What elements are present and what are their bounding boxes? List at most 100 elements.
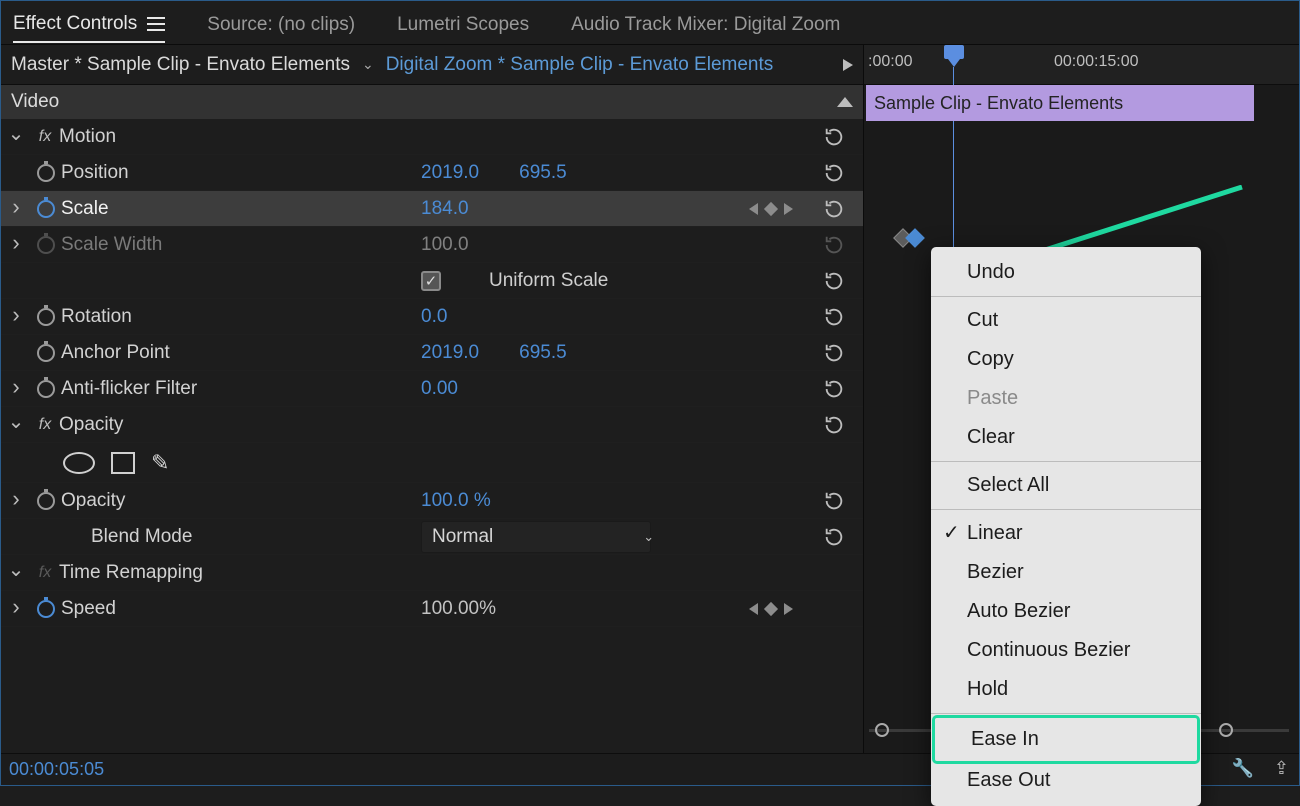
property-rotation[interactable]: Rotation 0.0 xyxy=(1,299,863,335)
menu-ease-out[interactable]: Ease Out xyxy=(931,761,1201,800)
twisty-icon[interactable] xyxy=(1,304,31,330)
next-keyframe-icon[interactable] xyxy=(784,203,793,215)
play-icon[interactable] xyxy=(843,59,853,71)
next-keyframe-icon[interactable] xyxy=(784,603,793,615)
scale-keyframes[interactable] xyxy=(896,231,922,245)
reset-button[interactable] xyxy=(823,526,845,548)
effect-opacity[interactable]: fx Opacity xyxy=(1,407,863,443)
reset-button[interactable] xyxy=(823,306,845,328)
menu-clear[interactable]: Clear xyxy=(931,418,1201,457)
property-speed[interactable]: Speed 100.00% xyxy=(1,591,863,627)
scale-width-value: 100.0 xyxy=(421,234,469,256)
menu-bezier[interactable]: Bezier xyxy=(931,553,1201,592)
fx-badge-icon[interactable]: fx xyxy=(31,128,59,146)
position-y-value[interactable]: 695.5 xyxy=(519,162,567,184)
fx-badge-icon[interactable]: fx xyxy=(31,564,59,582)
export-icon[interactable]: ⇪ xyxy=(1274,758,1289,779)
timecode-display[interactable]: 00:00:05:05 xyxy=(9,759,104,780)
fx-badge-icon[interactable]: fx xyxy=(31,416,59,434)
rect-mask-icon[interactable] xyxy=(111,452,135,474)
menu-undo[interactable]: Undo xyxy=(931,253,1201,292)
prev-keyframe-icon[interactable] xyxy=(749,203,758,215)
menu-linear[interactable]: Linear xyxy=(931,514,1201,553)
menu-hold[interactable]: Hold xyxy=(931,670,1201,709)
panel-tabs: Effect Controls Source: (no clips) Lumet… xyxy=(1,1,1299,45)
effect-motion[interactable]: fx Motion xyxy=(1,119,863,155)
property-scale[interactable]: Scale 184.0 xyxy=(1,191,863,227)
stopwatch-icon[interactable] xyxy=(31,344,61,362)
stopwatch-icon[interactable] xyxy=(31,492,61,510)
antiflicker-value[interactable]: 0.00 xyxy=(421,378,458,400)
property-anchor-point[interactable]: Anchor Point 2019.0 695.5 xyxy=(1,335,863,371)
tab-source[interactable]: Source: (no clips) xyxy=(207,4,355,42)
property-uniform-scale[interactable]: Uniform Scale xyxy=(1,263,863,299)
uniform-scale-checkbox[interactable] xyxy=(421,271,441,291)
pen-mask-icon[interactable]: ✎ xyxy=(151,450,169,476)
twisty-icon[interactable] xyxy=(1,124,31,149)
effect-time-remapping[interactable]: fx Time Remapping xyxy=(1,555,863,591)
menu-auto-bezier[interactable]: Auto Bezier xyxy=(931,592,1201,631)
context-menu: Undo Cut Copy Paste Clear Select All Lin… xyxy=(931,247,1201,806)
reset-button[interactable] xyxy=(823,198,845,220)
mask-tools: ✎ xyxy=(1,443,863,483)
add-keyframe-icon[interactable] xyxy=(764,601,778,615)
sequence-clip-label[interactable]: Digital Zoom * Sample Clip - Envato Elem… xyxy=(386,54,774,76)
tab-label: Effect Controls xyxy=(13,13,137,35)
effect-label: Motion xyxy=(59,126,116,148)
menu-icon[interactable] xyxy=(147,17,165,31)
keyframe-diamond-selected-icon[interactable] xyxy=(905,228,925,248)
reset-button[interactable] xyxy=(823,270,845,292)
tab-audio-mixer[interactable]: Audio Track Mixer: Digital Zoom xyxy=(571,4,840,42)
scrub-handle-right[interactable] xyxy=(1219,723,1233,737)
stopwatch-icon[interactable] xyxy=(31,164,61,182)
blend-mode-dropdown[interactable]: Normal ⌄ xyxy=(421,521,651,553)
add-keyframe-icon[interactable] xyxy=(764,201,778,215)
scale-value[interactable]: 184.0 xyxy=(421,198,469,220)
twisty-icon[interactable] xyxy=(1,376,31,402)
menu-ease-in[interactable]: Ease In xyxy=(935,718,1197,761)
clip-bar[interactable]: Sample Clip - Envato Elements xyxy=(866,85,1254,121)
reset-button[interactable] xyxy=(823,378,845,400)
property-position[interactable]: Position 2019.0 695.5 xyxy=(1,155,863,191)
wrench-icon[interactable]: 🔧 xyxy=(1231,758,1253,779)
property-anti-flicker[interactable]: Anti-flicker Filter 0.00 xyxy=(1,371,863,407)
property-blend-mode[interactable]: Blend Mode Normal ⌄ xyxy=(1,519,863,555)
stopwatch-icon[interactable] xyxy=(31,200,61,218)
anchor-y-value[interactable]: 695.5 xyxy=(519,342,567,364)
collapse-icon[interactable] xyxy=(837,97,853,107)
prev-keyframe-icon[interactable] xyxy=(749,603,758,615)
stopwatch-icon[interactable] xyxy=(31,380,61,398)
opacity-value[interactable]: 100.0 % xyxy=(421,490,491,512)
reset-button[interactable] xyxy=(823,490,845,512)
twisty-icon[interactable] xyxy=(1,488,31,514)
reset-button[interactable] xyxy=(823,162,845,184)
anchor-x-value[interactable]: 2019.0 xyxy=(421,342,479,364)
chevron-down-icon[interactable]: ⌄ xyxy=(362,56,374,73)
stopwatch-icon[interactable] xyxy=(31,308,61,326)
twisty-icon[interactable] xyxy=(1,412,31,437)
menu-separator xyxy=(931,296,1201,297)
menu-copy[interactable]: Copy xyxy=(931,340,1201,379)
tab-lumetri[interactable]: Lumetri Scopes xyxy=(397,4,529,42)
menu-continuous-bezier[interactable]: Continuous Bezier xyxy=(931,631,1201,670)
twisty-icon[interactable] xyxy=(1,196,31,222)
twisty-icon[interactable] xyxy=(1,596,31,622)
menu-select-all[interactable]: Select All xyxy=(931,466,1201,505)
property-opacity[interactable]: Opacity 100.0 % xyxy=(1,483,863,519)
playhead-icon[interactable] xyxy=(944,45,964,59)
menu-cut[interactable]: Cut xyxy=(931,301,1201,340)
section-label: Video xyxy=(11,91,59,113)
rotation-value[interactable]: 0.0 xyxy=(421,306,447,328)
scrub-handle-left[interactable] xyxy=(875,723,889,737)
position-x-value[interactable]: 2019.0 xyxy=(421,162,479,184)
tab-effect-controls[interactable]: Effect Controls xyxy=(13,3,165,43)
time-ruler[interactable]: :00:00 00:00:15:00 xyxy=(864,45,1299,85)
stopwatch-icon[interactable] xyxy=(31,600,61,618)
reset-button[interactable] xyxy=(823,126,845,148)
menu-paste: Paste xyxy=(931,379,1201,418)
twisty-icon[interactable] xyxy=(1,560,31,585)
ellipse-mask-icon[interactable] xyxy=(63,452,95,474)
chevron-down-icon: ⌄ xyxy=(643,529,654,545)
reset-button[interactable] xyxy=(823,414,845,436)
reset-button[interactable] xyxy=(823,342,845,364)
